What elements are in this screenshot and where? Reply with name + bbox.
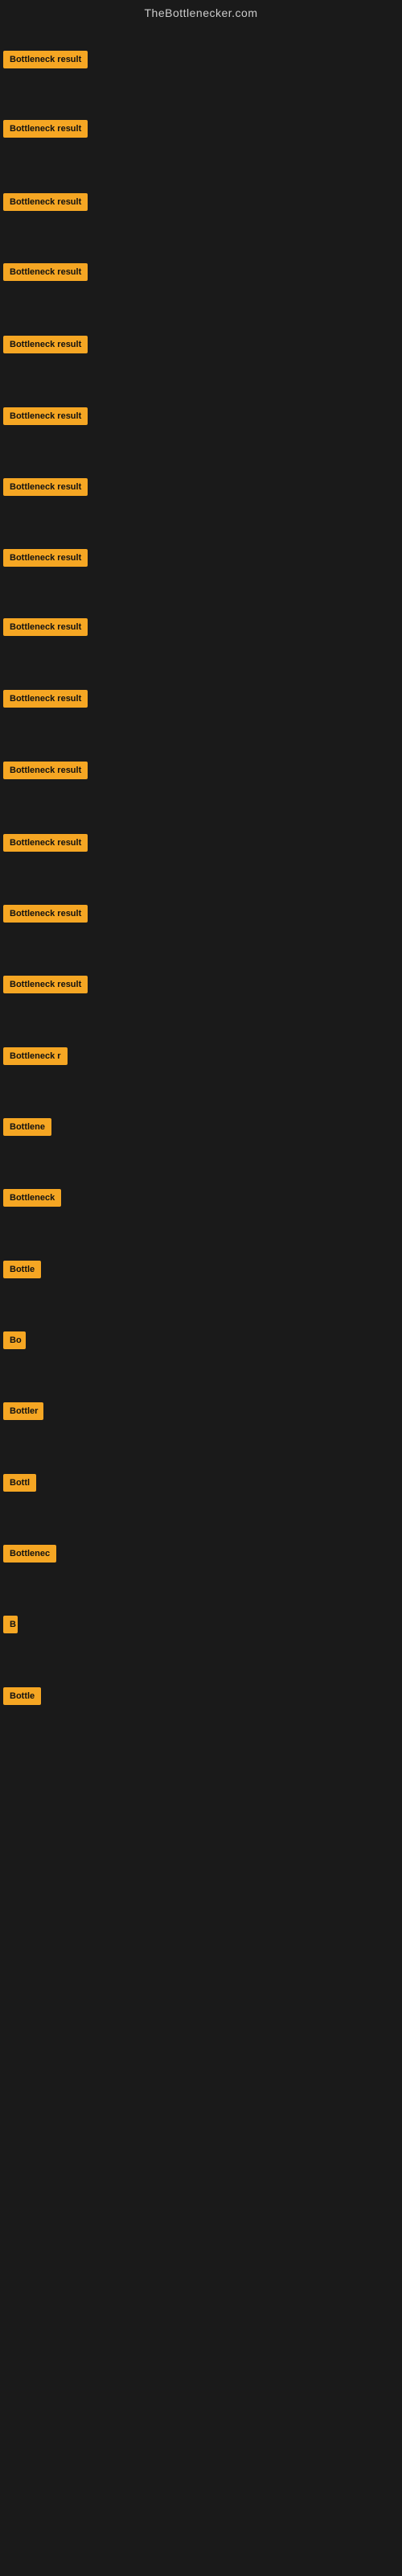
page-wrapper: TheBottlenecker.com Bottleneck result Bot…	[0, 0, 402, 2576]
bottleneck-row: Bottleneck result	[0, 402, 91, 434]
bottleneck-row: Bottleneck result	[0, 829, 91, 861]
bottleneck-row: Bottleneck result	[0, 900, 91, 931]
bottleneck-badge[interactable]: Bottleneck result	[3, 618, 88, 636]
bottleneck-badge[interactable]: Bottleneck result	[3, 976, 88, 993]
bottleneck-badge[interactable]: Bottl	[3, 1474, 36, 1492]
bottleneck-badge[interactable]: Bottleneck result	[3, 120, 88, 138]
bottleneck-row: Bottleneck result	[0, 685, 91, 716]
bottleneck-badge[interactable]: Bottleneck result	[3, 549, 88, 567]
bottleneck-row: Bottleneck result	[0, 115, 91, 147]
bottleneck-row: Bottleneck result	[0, 331, 91, 362]
bottleneck-row: Bottleneck result	[0, 544, 91, 576]
bottleneck-row: Bottleneck result	[0, 757, 91, 788]
site-title: TheBottlenecker.com	[0, 0, 402, 23]
bottleneck-badge[interactable]: Bottler	[3, 1402, 43, 1420]
bottleneck-row: B	[0, 1611, 21, 1642]
bottleneck-badge[interactable]: Bottlenec	[3, 1545, 56, 1563]
bottleneck-row: Bottleneck result	[0, 46, 91, 77]
bottleneck-badge[interactable]: B	[3, 1616, 18, 1633]
bottleneck-badge[interactable]: Bottlene	[3, 1118, 51, 1136]
bottleneck-badge[interactable]: Bottle	[3, 1687, 41, 1705]
bottleneck-badge[interactable]: Bottleneck result	[3, 690, 88, 708]
bottleneck-row: Bottleneck result	[0, 188, 91, 220]
bottleneck-badge[interactable]: Bottleneck result	[3, 762, 88, 779]
bottleneck-badge[interactable]: Bottleneck result	[3, 336, 88, 353]
bottleneck-badge[interactable]: Bottleneck result	[3, 478, 88, 496]
bottleneck-row: Bottleneck	[0, 1184, 64, 1216]
bottleneck-row: Bottleneck result	[0, 473, 91, 505]
bottleneck-badge[interactable]: Bottleneck result	[3, 193, 88, 211]
bottleneck-badge[interactable]: Bottleneck result	[3, 263, 88, 281]
bottleneck-row: Bottlene	[0, 1113, 55, 1145]
bottleneck-badge[interactable]: Bottleneck result	[3, 51, 88, 68]
bottleneck-row: Bottleneck result	[0, 613, 91, 645]
bottleneck-row: Bottleneck r	[0, 1042, 71, 1074]
bottleneck-row: Bottler	[0, 1397, 47, 1429]
bottleneck-badge[interactable]: Bottleneck result	[3, 834, 88, 852]
bottleneck-badge[interactable]: Bo	[3, 1331, 26, 1349]
bottleneck-row: Bottlenec	[0, 1540, 59, 1571]
bottleneck-row: Bottleneck result	[0, 258, 91, 290]
bottleneck-badge[interactable]: Bottleneck result	[3, 407, 88, 425]
bottleneck-row: Bottl	[0, 1469, 39, 1501]
bottleneck-badge[interactable]: Bottleneck result	[3, 905, 88, 923]
bottleneck-row: Bottle	[0, 1682, 44, 1714]
bottleneck-row: Bottle	[0, 1256, 44, 1287]
bottleneck-badge[interactable]: Bottle	[3, 1261, 41, 1278]
bottleneck-badge[interactable]: Bottleneck	[3, 1189, 61, 1207]
bottleneck-row: Bottleneck result	[0, 971, 91, 1002]
bottleneck-badge[interactable]: Bottleneck r	[3, 1047, 68, 1065]
bottleneck-row: Bo	[0, 1327, 29, 1358]
